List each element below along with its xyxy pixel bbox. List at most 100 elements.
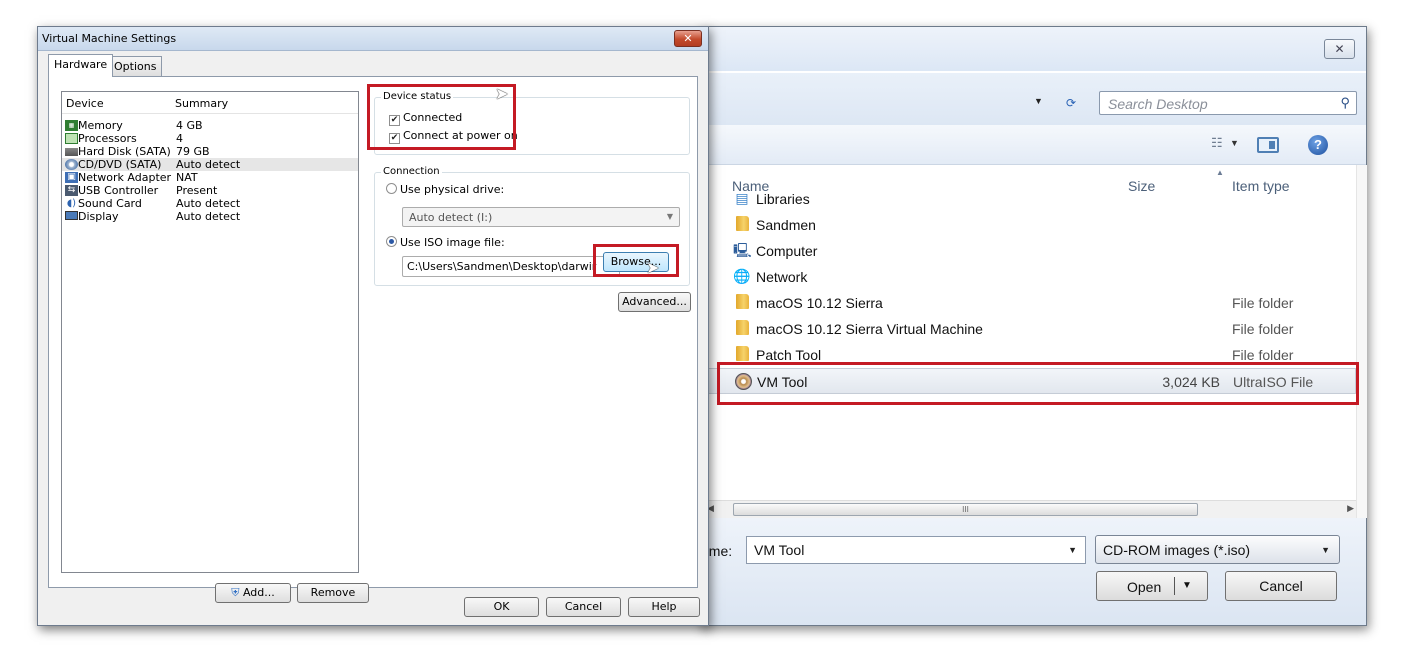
device-row-sound-card[interactable]: ◖) Sound Card Auto detect [62,197,358,210]
search-icon[interactable]: ⚲ [1340,95,1350,111]
device-summary: 4 GB [176,119,203,132]
iso-path-input[interactable]: C:\Users\Sandmen\Desktop\darwir ▼ [402,256,620,277]
file-list-row[interactable]: macOS 10.12 Sierra File folder [701,290,1356,316]
file-name-field[interactable]: VM Tool ▼ [746,536,1086,564]
file-list-row[interactable]: Patch Tool File folder [701,342,1356,368]
chevron-down-icon[interactable]: ▼ [1068,545,1077,555]
split-divider [1174,577,1175,595]
vertical-scrollbar[interactable] [1356,165,1367,518]
cd-dvd-icon [65,159,78,170]
chevron-down-icon: ▼ [666,212,673,221]
file-type: UltraISO File [1233,374,1314,390]
file-type-value: CD-ROM images (*.iso) [1103,542,1251,558]
header-divider [62,113,358,114]
view-dropdown-icon[interactable]: ▼ [1230,138,1239,148]
radio-icon [386,183,397,194]
help-button[interactable]: Help [628,597,700,617]
address-bar: ▼ ⟳ Search Desktop ⚲ [701,73,1366,125]
usb-icon: ⇆ [65,185,78,196]
file-name: macOS 10.12 Sierra Virtual Machine [756,321,983,337]
file-name: macOS 10.12 Sierra [756,295,883,311]
file-name: Libraries [756,191,810,207]
scroll-thumb[interactable]: III [733,503,1198,516]
device-row-hard-disk[interactable]: Hard Disk (SATA) 79 GB [62,145,358,158]
change-view-icon[interactable]: ☷ [1211,135,1223,151]
memory-icon: ▦ [65,120,78,131]
device-name: USB Controller [78,184,159,197]
file-list-row[interactable]: ▤ Libraries [701,186,1356,212]
device-summary: 4 [176,132,183,145]
search-input[interactable]: Search Desktop ⚲ [1099,91,1357,115]
device-summary: 79 GB [176,145,210,158]
preview-pane-icon[interactable] [1257,137,1279,153]
advanced-button[interactable]: Advanced... [618,292,691,312]
mouse-cursor-icon: ➤ [495,84,509,103]
physical-drive-value: Auto detect (I:) [409,211,493,224]
add-button-label: Add... [242,586,275,599]
hard-disk-icon [65,148,78,156]
file-list-row[interactable]: 🌐 Network [701,264,1356,290]
file-list-row[interactable]: Sandmen [701,212,1356,238]
file-list-row-selected[interactable]: VM Tool 3,024 KB UltraISO File [701,368,1356,394]
vm-settings-close-button[interactable]: ✕ [674,30,702,47]
remove-device-button[interactable]: Remove [297,583,369,603]
iso-disc-icon [734,373,752,390]
device-summary: Auto detect [176,210,241,223]
open-file-dialog: ✕ ▼ ⟳ Search Desktop ⚲ r ☷ ▼ ? ▲ Name Si… [700,26,1367,626]
iso-image-radio[interactable]: Use ISO image file: [386,236,505,249]
column-header-device[interactable]: Device [66,97,104,110]
file-list-row[interactable]: macOS 10.12 Sierra Virtual Machine File … [701,316,1356,342]
physical-drive-radio[interactable]: Use physical drive: [386,183,504,196]
address-dropdown-icon[interactable]: ▼ [1034,96,1043,106]
help-icon[interactable]: ? [1308,135,1328,155]
device-name: Hard Disk (SATA) [78,145,171,158]
cancel-button[interactable]: Cancel [1225,571,1337,601]
open-button[interactable]: Open ▼ [1096,571,1208,601]
open-dropdown-icon[interactable]: ▼ [1182,580,1192,591]
column-header-summary[interactable]: Summary [175,97,228,110]
device-row-processors[interactable]: Processors 4 [62,132,358,145]
window-title: Virtual Machine Settings [42,32,177,45]
physical-drive-label: Use physical drive: [400,183,505,196]
physical-drive-select[interactable]: Auto detect (I:) ▼ [402,207,680,227]
device-summary: Present [176,184,218,197]
tab-options[interactable]: Options [108,56,163,76]
folder-icon [733,294,751,310]
sound-icon: ◖) [66,198,77,209]
device-row-display[interactable]: Display Auto detect [62,210,358,223]
vm-settings-titlebar: Virtual Machine Settings ✕ [38,27,708,51]
device-row-cd-dvd[interactable]: CD/DVD (SATA) Auto detect [62,158,358,171]
checkbox-check-icon: ✔ [389,115,400,126]
device-row-usb-controller[interactable]: ⇆ USB Controller Present [62,184,358,197]
processor-icon [65,133,78,144]
device-name: CD/DVD (SATA) [78,158,162,171]
tab-hardware[interactable]: Hardware [48,54,114,77]
horizontal-scrollbar[interactable]: ◀ III ▶ [701,500,1356,518]
chevron-down-icon[interactable]: ▼ [1321,545,1330,555]
add-device-button[interactable]: ⛨ Add... [215,583,291,603]
connect-at-power-on-checkbox[interactable]: ✔ Connect at power on [389,129,518,144]
hardware-panel: Device Summary ▦ Memory 4 GB Processors … [48,76,698,603]
file-dialog-close-button[interactable]: ✕ [1324,39,1355,59]
file-list-row[interactable]: 🖳 Computer [701,238,1356,264]
device-name: Display [78,210,119,223]
file-name: Patch Tool [756,347,822,363]
computer-icon: 🖳 [733,242,752,258]
device-row-network-adapter[interactable]: ▣ Network Adapter NAT [62,171,358,184]
connected-checkbox[interactable]: ✔ Connected [389,111,462,126]
device-name: Processors [78,132,137,145]
file-dialog-footer: ame: VM Tool ▼ CD-ROM images (*.iso) ▼ O… [701,518,1366,625]
search-placeholder: Search Desktop [1108,96,1208,112]
display-icon [65,211,78,220]
folder-icon [733,346,751,362]
device-row-memory[interactable]: ▦ Memory 4 GB [62,119,358,132]
ok-button[interactable]: OK [464,597,539,617]
open-button-label: Open [1127,579,1162,595]
scroll-right-icon[interactable]: ▶ [1347,503,1354,514]
file-type-select[interactable]: CD-ROM images (*.iso) ▼ [1095,535,1340,564]
sort-arrow-icon: ▲ [1216,168,1224,177]
refresh-icon[interactable]: ⟳ [1057,94,1085,112]
cancel-button[interactable]: Cancel [546,597,621,617]
folder-icon [733,320,751,336]
connection-title: Connection [381,166,442,177]
